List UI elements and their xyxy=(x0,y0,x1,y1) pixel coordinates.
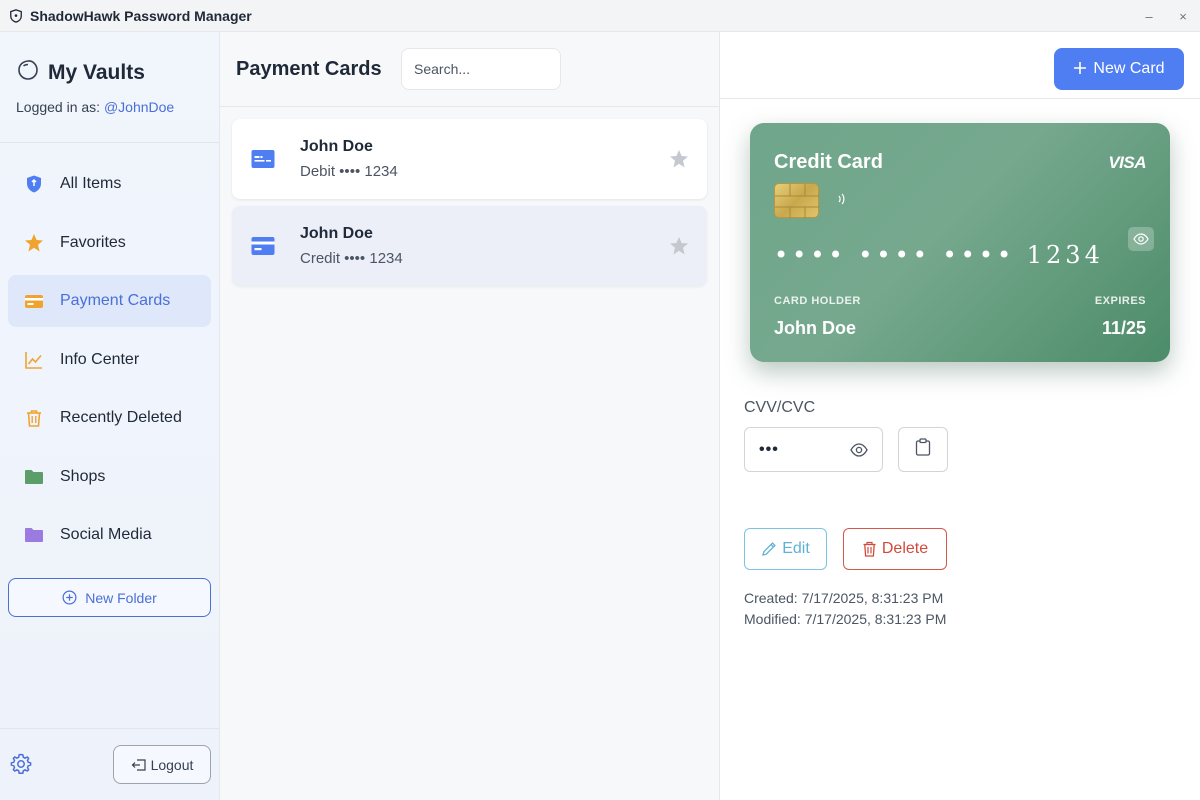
star-icon xyxy=(24,233,44,253)
plus-circle-icon xyxy=(62,590,77,605)
folder-icon xyxy=(24,525,44,545)
list-header: Payment Cards xyxy=(220,32,719,107)
trash-icon xyxy=(862,541,877,557)
modified-timestamp: Modified: 7/17/2025, 8:31:23 PM xyxy=(744,611,947,627)
username: @JohnDoe xyxy=(103,99,175,115)
logged-in-prefix: Logged in as: xyxy=(16,99,104,115)
card-list-panel: Payment Cards John Doe Debit •••• 1234 J… xyxy=(220,32,720,800)
expires-label: EXPIRES xyxy=(1094,295,1146,307)
card-subtitle: Debit •••• 1234 xyxy=(300,163,398,180)
card-list-item[interactable]: John Doe Debit •••• 1234 xyxy=(232,119,707,199)
edit-button[interactable]: Edit xyxy=(744,528,827,570)
new-folder-label: New Folder xyxy=(85,589,157,606)
shield-icon xyxy=(24,174,44,194)
card-type-label: Credit Card xyxy=(774,151,883,173)
card-holder-label: CARD HOLDER xyxy=(774,295,861,307)
vault-header: My Vaults xyxy=(16,58,145,87)
card-holder-name: John Doe xyxy=(300,138,373,155)
logout-label: Logout xyxy=(150,756,194,773)
card-brand-logo: VISA xyxy=(1108,153,1146,172)
window-title: ShadowHawk Password Manager xyxy=(30,7,252,24)
card-holder-name: John Doe xyxy=(300,225,373,242)
card-subtitle: Credit •••• 1234 xyxy=(300,250,403,267)
debit-card-icon xyxy=(251,147,275,171)
sidebar-item-shops[interactable]: Shops xyxy=(8,451,211,503)
vault-title: My Vaults xyxy=(48,60,145,84)
folder-icon xyxy=(24,467,44,487)
detail-header: New Card xyxy=(720,32,1200,99)
credit-card-preview: Credit Card VISA •••• •••• •••• 1234 CAR… xyxy=(750,123,1170,362)
settings-gear-icon[interactable] xyxy=(9,752,33,776)
card-holder-value: John Doe xyxy=(774,318,857,338)
sidebar-item-label: Info Center xyxy=(60,350,140,368)
credit-card-icon xyxy=(251,234,275,258)
sidebar-item-label: Favorites xyxy=(60,233,126,251)
card-list-item-selected[interactable]: John Doe Credit •••• 1234 xyxy=(232,206,707,286)
close-window-button[interactable]: × xyxy=(1166,0,1200,32)
cvv-field[interactable]: ••• xyxy=(744,427,883,472)
sidebar: My Vaults Logged in as: @JohnDoe All Ite… xyxy=(0,32,220,800)
contactless-icon xyxy=(836,191,848,212)
logged-in-label: Logged in as: @JohnDoe xyxy=(16,99,174,115)
new-card-button[interactable]: New Card xyxy=(1054,48,1184,90)
copy-cvv-button[interactable] xyxy=(898,427,948,472)
favorite-star-icon[interactable] xyxy=(669,149,689,169)
delete-button[interactable]: Delete xyxy=(843,528,947,570)
sidebar-item-all-items[interactable]: All Items xyxy=(8,158,211,210)
created-timestamp: Created: 7/17/2025, 8:31:23 PM xyxy=(744,590,944,606)
sidebar-item-social-media[interactable]: Social Media xyxy=(8,509,211,561)
timestamps: Created: 7/17/2025, 8:31:23 PM Modified:… xyxy=(744,588,946,630)
logout-button[interactable]: Logout xyxy=(113,745,211,784)
show-cvv-eye-icon[interactable] xyxy=(850,442,868,458)
reveal-number-eye-icon[interactable] xyxy=(1128,227,1154,251)
search-input[interactable] xyxy=(401,48,561,90)
vault-icon xyxy=(16,58,40,87)
sidebar-item-favorites[interactable]: Favorites xyxy=(8,217,211,269)
sidebar-item-info-center[interactable]: Info Center xyxy=(8,334,211,386)
list-title: Payment Cards xyxy=(236,58,382,80)
sidebar-item-label: Recently Deleted xyxy=(60,409,182,426)
sidebar-nav: All Items Favorites Payment Cards Info C… xyxy=(8,158,211,568)
sidebar-item-payment-cards[interactable]: Payment Cards xyxy=(8,275,211,327)
chip-icon xyxy=(774,183,820,219)
delete-label: Delete xyxy=(881,540,929,557)
sidebar-item-label: Payment Cards xyxy=(60,292,171,309)
card-detail-panel: New Card Credit Card VISA •••• •••• ••••… xyxy=(720,32,1200,800)
divider xyxy=(0,142,219,143)
new-folder-button[interactable]: New Folder xyxy=(8,578,211,617)
divider xyxy=(0,728,219,729)
card-number: •••• •••• •••• 1234 xyxy=(774,241,1104,269)
sidebar-item-label: All Items xyxy=(60,175,122,192)
new-card-label: New Card xyxy=(1093,60,1165,77)
sidebar-item-recently-deleted[interactable]: Recently Deleted xyxy=(8,392,211,444)
sidebar-item-label: Shops xyxy=(60,467,106,485)
cvv-value: ••• xyxy=(759,441,779,458)
expires-value: 11/25 xyxy=(1101,318,1146,338)
chart-line-icon xyxy=(24,350,44,370)
cvv-label: CVV/CVC xyxy=(744,399,816,416)
trash-icon xyxy=(24,408,44,428)
minimize-button[interactable]: – xyxy=(1132,0,1166,32)
credit-card-icon xyxy=(24,291,44,311)
plus-icon xyxy=(1073,59,1087,79)
title-bar: ShadowHawk Password Manager – × xyxy=(0,0,1200,32)
sidebar-item-label: Social Media xyxy=(60,526,152,543)
edit-label: Edit xyxy=(782,540,810,557)
pencil-icon xyxy=(761,541,777,557)
logout-icon xyxy=(131,758,147,772)
shield-logo-icon xyxy=(8,8,24,24)
favorite-star-icon[interactable] xyxy=(669,236,689,256)
clipboard-icon xyxy=(915,438,931,461)
